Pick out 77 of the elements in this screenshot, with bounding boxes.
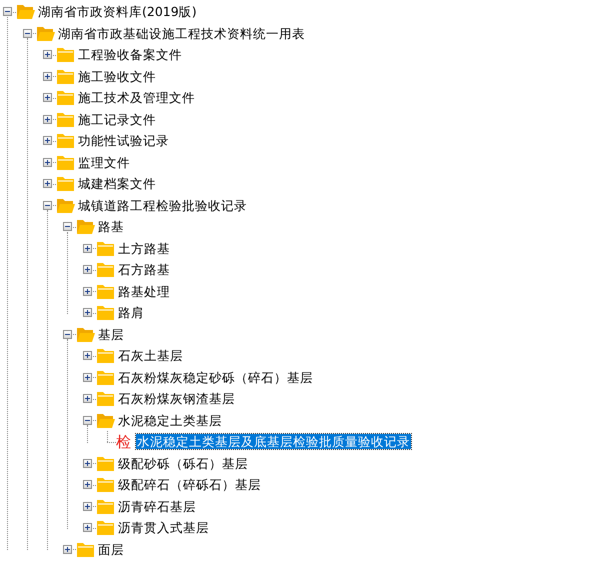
open-folder-icon [96, 412, 115, 429]
tree-item[interactable]: 施工记录文件 [77, 112, 157, 127]
expand-icon[interactable] [63, 544, 72, 554]
expand-icon[interactable] [83, 265, 92, 274]
collapse-icon[interactable] [83, 416, 92, 425]
expand-icon[interactable] [83, 244, 92, 253]
tree-item[interactable]: 工程验收备案文件 [77, 47, 183, 62]
expand-icon[interactable] [83, 372, 92, 382]
folder-icon [76, 540, 95, 558]
folder-icon [56, 175, 75, 192]
open-folder-icon [76, 218, 95, 236]
tree-item[interactable]: 湖南省市政基础设施工程技术资料统一用表 [57, 26, 306, 41]
folder-icon [56, 89, 75, 106]
tree-item[interactable]: 沥青碎石基层 [117, 498, 197, 514]
tree-item[interactable]: 水泥稳定土类基层及底基层检验批质量验收记录 [136, 434, 411, 450]
tree-item[interactable]: 石灰粉煤灰稳定砂砾（碎石）基层 [117, 370, 314, 385]
folder-icon [96, 454, 115, 472]
tree-item[interactable]: 面层 [97, 542, 125, 557]
expand-icon[interactable] [43, 158, 52, 167]
expand-icon[interactable] [83, 458, 92, 468]
folder-icon [96, 368, 115, 386]
document-icon: 检 [116, 432, 134, 451]
tree-item[interactable]: 石方路基 [117, 262, 171, 278]
tree-item[interactable]: 石灰粉煤灰钢渣基层 [117, 391, 236, 406]
folder-icon [96, 240, 115, 257]
tree-item[interactable]: 监理文件 [77, 154, 131, 170]
folder-icon [56, 68, 75, 85]
expand-icon[interactable] [83, 523, 92, 532]
open-folder-icon [16, 3, 35, 20]
open-folder-icon [76, 326, 95, 343]
tree-item[interactable]: 湖南省市政资料库(2019版) [37, 4, 198, 20]
folder-icon [56, 154, 75, 171]
tree-item[interactable]: 路基 [97, 219, 125, 234]
expand-icon[interactable] [83, 394, 92, 404]
expand-icon[interactable] [83, 308, 92, 318]
tree-item[interactable]: 土方路基 [117, 240, 171, 256]
collapse-icon[interactable] [23, 28, 32, 38]
expand-icon[interactable] [43, 72, 52, 81]
tree-item[interactable]: 水泥稳定土类基层 [117, 412, 223, 428]
expand-icon[interactable] [43, 136, 52, 146]
tree-item[interactable]: 城镇道路工程检验批验收记录 [77, 198, 248, 213]
expand-icon[interactable] [83, 351, 92, 360]
tree-item[interactable]: 施工技术及管理文件 [77, 90, 196, 106]
expand-icon[interactable] [83, 502, 92, 511]
tree-item[interactable]: 沥青贯入式基层 [117, 520, 210, 536]
folder-icon [56, 132, 75, 150]
folder-icon [56, 46, 75, 64]
expand-icon[interactable] [43, 93, 52, 102]
collapse-icon[interactable] [63, 222, 72, 232]
folder-icon [96, 347, 115, 364]
folder-icon [96, 498, 115, 515]
expand-icon[interactable] [43, 179, 52, 188]
collapse-icon[interactable] [63, 330, 72, 339]
tree-item[interactable]: 基层 [97, 326, 125, 342]
tree-item[interactable]: 施工验收文件 [77, 68, 157, 84]
folder-icon [96, 519, 115, 536]
expand-icon[interactable] [83, 480, 92, 490]
tree-item[interactable]: 城建档案文件 [77, 176, 157, 192]
folder-icon [96, 390, 115, 408]
folder-icon [96, 282, 115, 300]
folder-icon [96, 476, 115, 494]
open-folder-icon [36, 24, 55, 42]
folder-icon [96, 304, 115, 322]
open-folder-icon [56, 196, 75, 214]
tree-item[interactable]: 级配碎石（碎砾石）基层 [117, 477, 262, 492]
expand-icon[interactable] [83, 286, 92, 296]
folder-icon [96, 261, 115, 278]
tree-item[interactable]: 石灰土基层 [117, 348, 184, 364]
folder-icon [56, 110, 75, 128]
tree-item[interactable]: 路基处理 [117, 284, 171, 299]
collapse-icon[interactable] [3, 7, 12, 16]
expand-icon[interactable] [43, 50, 52, 60]
collapse-icon[interactable] [43, 200, 52, 210]
tree-item[interactable]: 路肩 [117, 305, 145, 320]
tree-item[interactable]: 功能性试验记录 [77, 133, 170, 148]
tree-item[interactable]: 级配砂砾（砾石）基层 [117, 456, 249, 471]
expand-icon[interactable] [43, 114, 52, 124]
